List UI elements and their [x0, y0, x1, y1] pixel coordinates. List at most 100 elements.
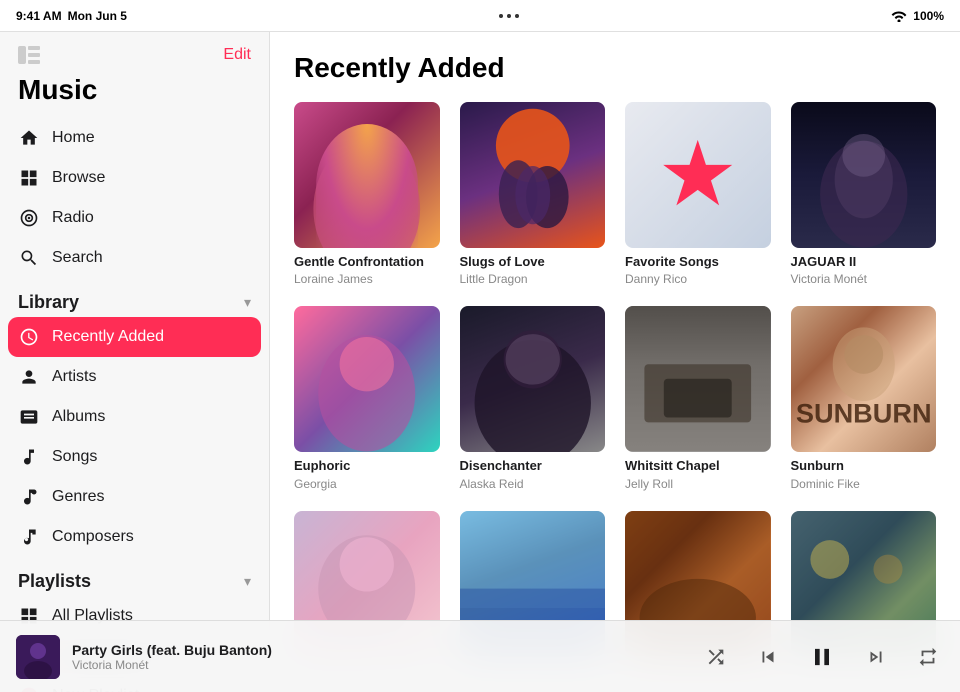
status-right: 100% — [891, 9, 944, 23]
album-title-5: Euphoric — [294, 458, 440, 475]
time: 9:41 AM — [16, 9, 62, 23]
album-title-3: Favorite Songs — [625, 254, 771, 271]
library-title: Library — [18, 292, 79, 313]
next-button[interactable] — [860, 641, 892, 673]
sidebar-item-radio[interactable]: Radio — [8, 198, 261, 238]
shuffle-button[interactable] — [700, 641, 732, 673]
sidebar-item-recently-added[interactable]: Recently Added — [8, 317, 261, 357]
album-item-2[interactable]: Slugs of Love Little Dragon — [460, 102, 606, 286]
album-title-4: JAGUAR II — [791, 254, 937, 271]
dot1 — [499, 14, 503, 18]
album-title-6: Disenchanter — [460, 458, 606, 475]
album-artist-5: Georgia — [294, 477, 440, 491]
composers-icon — [18, 526, 40, 548]
sidebar-item-search[interactable]: Search — [8, 238, 261, 278]
now-playing-art — [16, 635, 60, 679]
album-item-4[interactable]: JAGUAR II Victoria Monét — [791, 102, 937, 286]
nav-label-albums: Albums — [52, 408, 105, 426]
album-art-3: ★ — [625, 102, 771, 248]
album-art-5 — [294, 306, 440, 452]
album-art-8: SUNBURN — [791, 306, 937, 452]
sidebar: Edit Music Home Browse — [0, 32, 270, 692]
album-item-6[interactable]: Disenchanter Alaska Reid — [460, 306, 606, 490]
album-item-1[interactable]: Gentle Confrontation Loraine James — [294, 102, 440, 286]
songs-icon — [18, 446, 40, 468]
album-artist-7: Jelly Roll — [625, 477, 771, 491]
album-artist-2: Little Dragon — [460, 272, 606, 286]
previous-button[interactable] — [752, 641, 784, 673]
status-center — [499, 14, 519, 18]
sidebar-item-artists[interactable]: Artists — [8, 357, 261, 397]
battery: 100% — [913, 9, 944, 23]
dot3 — [515, 14, 519, 18]
nav-label-search: Search — [52, 249, 103, 267]
now-playing-bar: Party Girls (feat. Buju Banton) Victoria… — [0, 620, 960, 692]
dot2 — [507, 14, 511, 18]
wifi-icon — [891, 10, 907, 22]
album-title-8: Sunburn — [791, 458, 937, 475]
clock-icon — [18, 326, 40, 348]
nav-label-recently-added: Recently Added — [52, 328, 164, 346]
sidebar-item-composers[interactable]: Composers — [8, 517, 261, 557]
now-playing-artist: Victoria Monét — [72, 658, 688, 672]
album-item-8[interactable]: SUNBURN Sunburn Dominic Fike — [791, 306, 937, 490]
sidebar-toggle[interactable] — [18, 44, 46, 66]
album-art-1 — [294, 102, 440, 248]
now-playing-info: Party Girls (feat. Buju Banton) Victoria… — [72, 642, 688, 672]
artists-icon — [18, 366, 40, 388]
app-container: Edit Music Home Browse — [0, 32, 960, 692]
browse-icon — [18, 167, 40, 189]
library-chevron-icon: ▾ — [244, 294, 251, 311]
album-artist-6: Alaska Reid — [460, 477, 606, 491]
sidebar-item-home[interactable]: Home — [8, 118, 261, 158]
sidebar-item-genres[interactable]: Genres — [8, 477, 261, 517]
album-artist-1: Loraine James — [294, 272, 440, 286]
album-artist-3: Danny Rico — [625, 272, 771, 286]
search-icon — [18, 247, 40, 269]
playlists-section-header: Playlists ▾ — [0, 557, 269, 596]
main-content: Recently Added Gentle Confrontation Lora… — [270, 32, 960, 692]
nav-label-genres: Genres — [52, 488, 104, 506]
album-item-5[interactable]: Euphoric Georgia — [294, 306, 440, 490]
albums-icon — [18, 406, 40, 428]
album-art-7 — [625, 306, 771, 452]
nav-label-home: Home — [52, 129, 95, 147]
nav-label-songs: Songs — [52, 448, 97, 466]
edit-button[interactable]: Edit — [223, 46, 251, 64]
library-nav: Recently Added Artists Albums — [0, 317, 269, 557]
status-bar: 9:41 AM Mon Jun 5 100% — [0, 0, 960, 32]
nav-label-browse: Browse — [52, 169, 105, 187]
album-artist-4: Victoria Monét — [791, 272, 937, 286]
now-playing-title: Party Girls (feat. Buju Banton) — [72, 642, 688, 658]
album-title-1: Gentle Confrontation — [294, 254, 440, 271]
svg-text:SUNBURN: SUNBURN — [795, 398, 931, 429]
sidebar-item-songs[interactable]: Songs — [8, 437, 261, 477]
radio-icon — [18, 207, 40, 229]
album-title-2: Slugs of Love — [460, 254, 606, 271]
album-item-7[interactable]: Whitsitt Chapel Jelly Roll — [625, 306, 771, 490]
page-title: Recently Added — [294, 52, 936, 84]
library-section-header: Library ▾ — [0, 278, 269, 317]
sidebar-item-browse[interactable]: Browse — [8, 158, 261, 198]
album-title-7: Whitsitt Chapel — [625, 458, 771, 475]
nav-label-artists: Artists — [52, 368, 96, 386]
date: Mon Jun 5 — [68, 9, 127, 23]
sidebar-item-albums[interactable]: Albums — [8, 397, 261, 437]
sidebar-header: Edit — [0, 32, 269, 70]
app-title: Music — [0, 70, 269, 118]
album-artist-8: Dominic Fike — [791, 477, 937, 491]
album-item-3[interactable]: ★ Favorite Songs Danny Rico — [625, 102, 771, 286]
playlists-chevron-icon: ▾ — [244, 573, 251, 590]
genres-icon — [18, 486, 40, 508]
playlists-title: Playlists — [18, 571, 91, 592]
album-art-4 — [791, 102, 937, 248]
album-art-2 — [460, 102, 606, 248]
favorite-star-icon: ★ — [657, 130, 738, 220]
status-left: 9:41 AM Mon Jun 5 — [16, 9, 127, 23]
player-controls — [700, 639, 944, 675]
play-pause-button[interactable] — [804, 639, 840, 675]
album-grid: Gentle Confrontation Loraine James Slugs… — [294, 102, 936, 662]
sidebar-nav: Home Browse Radio Search — [0, 118, 269, 278]
nav-label-radio: Radio — [52, 209, 94, 227]
repeat-button[interactable] — [912, 641, 944, 673]
